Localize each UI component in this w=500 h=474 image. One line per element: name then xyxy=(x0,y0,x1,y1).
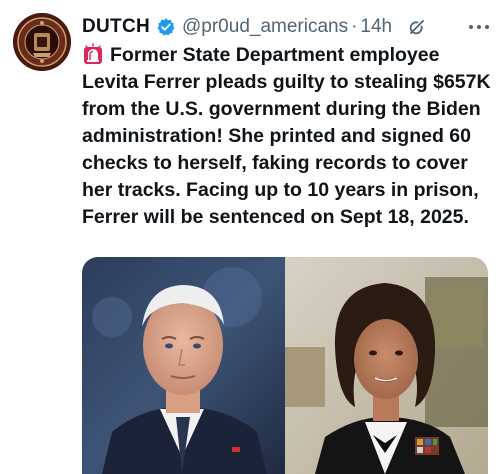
tweet-text: Former State Department employee Levita … xyxy=(82,42,494,231)
more-dot xyxy=(469,25,473,29)
grok-icon[interactable] xyxy=(406,16,428,38)
man-portrait-image xyxy=(82,257,285,474)
avatar-emblem-icon xyxy=(13,13,71,71)
display-name[interactable]: DUTCH xyxy=(82,16,150,38)
photo-right[interactable] xyxy=(285,257,488,474)
separator-dot: · xyxy=(351,16,358,37)
verified-badge-icon xyxy=(156,17,176,37)
more-dot xyxy=(485,25,489,29)
woman-portrait-image xyxy=(285,257,488,474)
photo-left[interactable] xyxy=(82,257,285,474)
siren-icon xyxy=(82,43,104,65)
timestamp[interactable]: 14h xyxy=(360,16,392,38)
more-dot xyxy=(477,25,481,29)
tweet-body: Former State Department employee Levita … xyxy=(82,44,491,228)
tweet-media[interactable] xyxy=(82,257,488,474)
avatar[interactable] xyxy=(13,13,71,71)
tweet[interactable]: DUTCH @pr0ud_americans · 14h Former Stat… xyxy=(0,0,500,474)
tweet-header: DUTCH @pr0ud_americans · 14h xyxy=(82,14,494,40)
handle[interactable]: @pr0ud_americans xyxy=(182,16,348,38)
more-options-icon[interactable] xyxy=(464,16,494,38)
